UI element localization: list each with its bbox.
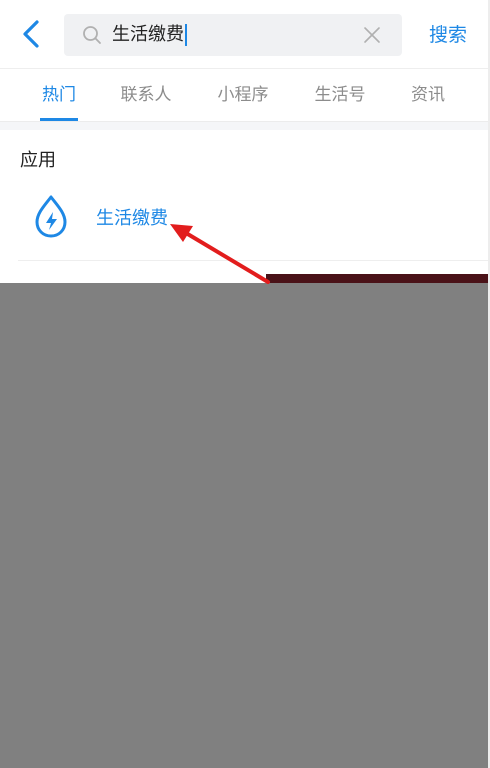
search-header: 生活缴费 搜索: [0, 0, 490, 69]
category-tabs: 热门 联系人 小程序 生活号 资讯: [0, 69, 490, 122]
app-screen: 生活缴费 搜索 热门 联系人 小程序 生活号 资讯 应用 生活缴费: [0, 0, 490, 768]
search-icon: [83, 26, 101, 44]
apps-section-title: 应用: [20, 150, 56, 171]
app-item-label: 生活缴费: [96, 208, 168, 229]
chevron-left-icon: [23, 20, 39, 48]
search-box[interactable]: 生活缴费: [64, 14, 402, 56]
search-input[interactable]: 生活缴费: [112, 14, 187, 56]
tab-contacts[interactable]: 联系人: [118, 69, 174, 121]
partially-visible-image: [266, 274, 490, 283]
tab-hot[interactable]: 热门: [40, 69, 78, 121]
active-tab-indicator: [40, 118, 78, 121]
gray-overlay-area: [0, 283, 490, 768]
back-button[interactable]: [14, 14, 50, 54]
app-item-life-payment[interactable]: 生活缴费: [18, 186, 490, 260]
close-icon[interactable]: [362, 25, 382, 45]
row-divider: [18, 260, 490, 261]
tab-news[interactable]: 资讯: [409, 69, 447, 121]
section-separator: [0, 122, 490, 130]
water-drop-lightning-icon: [35, 195, 67, 238]
search-query-text: 生活缴费: [112, 24, 184, 45]
tab-mini-programs[interactable]: 小程序: [214, 69, 272, 121]
text-cursor: [185, 24, 187, 46]
search-button[interactable]: 搜索: [420, 14, 476, 56]
tab-life-accounts[interactable]: 生活号: [312, 69, 368, 121]
